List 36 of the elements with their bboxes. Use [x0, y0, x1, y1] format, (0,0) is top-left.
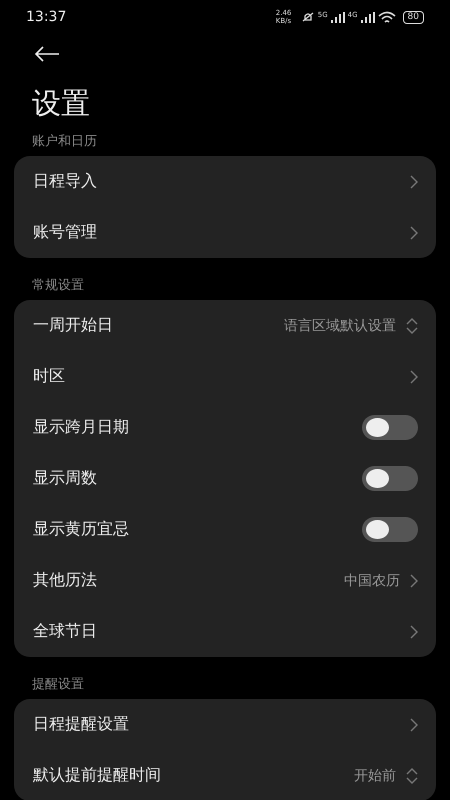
battery-indicator: 80 — [402, 10, 424, 24]
setting-label[interactable]: 日程导入 — [33, 171, 97, 192]
setting-label[interactable]: 默认提前提醒时间 — [33, 765, 161, 786]
up-down-chevron-icon[interactable] — [406, 768, 418, 784]
setting-label[interactable]: 显示跨月日期 — [33, 417, 129, 438]
toggle-switch[interactable] — [362, 517, 418, 542]
setting-label[interactable]: 时区 — [33, 366, 65, 387]
section-label: 常规设置 — [32, 277, 85, 295]
up-down-chevron-icon[interactable] — [406, 318, 418, 334]
muted-bell-icon — [300, 11, 315, 23]
signal-icon — [330, 12, 345, 22]
setting-label[interactable]: 其他历法 — [33, 570, 97, 591]
chevron-right-icon[interactable] — [410, 174, 418, 188]
setting-label[interactable]: 全球节日 — [33, 621, 97, 642]
setting-label[interactable]: 账号管理 — [33, 222, 97, 243]
setting-value[interactable]: 中国农历 — [344, 572, 400, 590]
toggle-switch[interactable] — [362, 466, 418, 491]
chevron-right-icon[interactable] — [410, 370, 418, 384]
toggle-switch[interactable] — [362, 415, 418, 440]
page-title: 设置 — [32, 85, 91, 122]
signal-icon — [360, 12, 375, 22]
status-time: 13:37 — [26, 9, 66, 25]
setting-value[interactable]: 语言区域默认设置 — [284, 316, 396, 334]
chevron-right-icon[interactable] — [410, 226, 418, 240]
setting-label[interactable]: 日程提醒设置 — [33, 714, 129, 735]
setting-label[interactable]: 一周开始日 — [33, 315, 113, 336]
setting-label[interactable]: 显示周数 — [33, 468, 97, 489]
setting-label[interactable]: 显示黄历宜忌 — [33, 519, 129, 540]
chevron-right-icon[interactable] — [410, 624, 418, 638]
section-label: 提醒设置 — [32, 676, 85, 694]
section-label: 账户和日历 — [32, 133, 98, 151]
wifi-icon — [378, 10, 396, 24]
chevron-right-icon[interactable] — [410, 574, 418, 588]
chevron-right-icon[interactable] — [410, 718, 418, 732]
back-arrow-icon[interactable] — [34, 46, 60, 62]
setting-value[interactable]: 开始前 — [354, 766, 396, 784]
